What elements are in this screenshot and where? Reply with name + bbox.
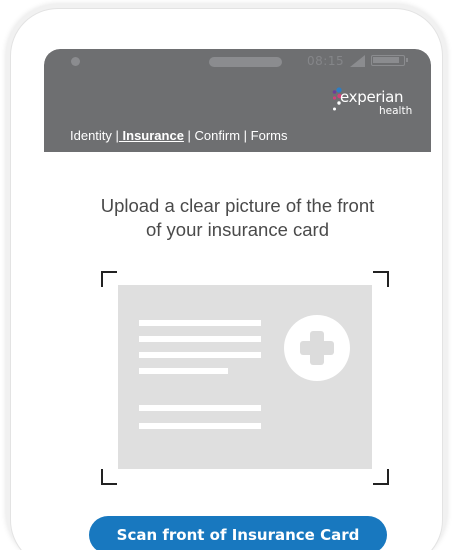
step-forms[interactable]: Forms bbox=[247, 128, 288, 143]
phone-screen: 08:15 experian health Identity | Insuran… bbox=[44, 49, 431, 550]
brand-name: experian bbox=[340, 88, 404, 106]
instruction-line-1: Upload a clear picture of the front bbox=[100, 195, 375, 216]
instruction-line-2: of your insurance card bbox=[145, 219, 330, 240]
card-line bbox=[139, 336, 261, 342]
camera-icon bbox=[71, 57, 80, 66]
scan-frame bbox=[101, 271, 389, 485]
plus-icon bbox=[284, 315, 350, 381]
card-line bbox=[139, 320, 261, 326]
phone-frame: 08:15 experian health Identity | Insuran… bbox=[10, 8, 443, 550]
step-confirm[interactable]: | Confirm | bbox=[184, 128, 248, 143]
card-line bbox=[139, 405, 261, 411]
card-line bbox=[139, 423, 261, 429]
frame-corner-top-right bbox=[373, 271, 389, 287]
app-header: 08:15 experian health Identity | Insuran… bbox=[44, 49, 431, 152]
card-line bbox=[139, 368, 228, 374]
upload-instruction: Upload a clear picture of the front of y… bbox=[44, 194, 431, 242]
frame-corner-bottom-left bbox=[101, 469, 117, 485]
step-breadcrumb: Identity | Insurance | Confirm | Forms bbox=[70, 128, 288, 143]
experian-health-logo: experian health bbox=[330, 86, 420, 122]
status-time: 08:15 bbox=[307, 54, 345, 68]
step-insurance[interactable]: Insurance bbox=[119, 128, 184, 143]
step-identity[interactable]: Identity | bbox=[70, 128, 119, 143]
brand-sub: health bbox=[379, 105, 413, 117]
frame-corner-top-left bbox=[101, 271, 117, 287]
frame-corner-bottom-right bbox=[373, 469, 389, 485]
battery-icon bbox=[371, 55, 408, 66]
scan-card-button[interactable]: Scan front of Insurance Card bbox=[89, 516, 387, 550]
signal-icon bbox=[350, 55, 365, 67]
insurance-card-icon bbox=[118, 285, 372, 469]
speaker-grille bbox=[209, 57, 282, 67]
card-line bbox=[139, 352, 261, 358]
